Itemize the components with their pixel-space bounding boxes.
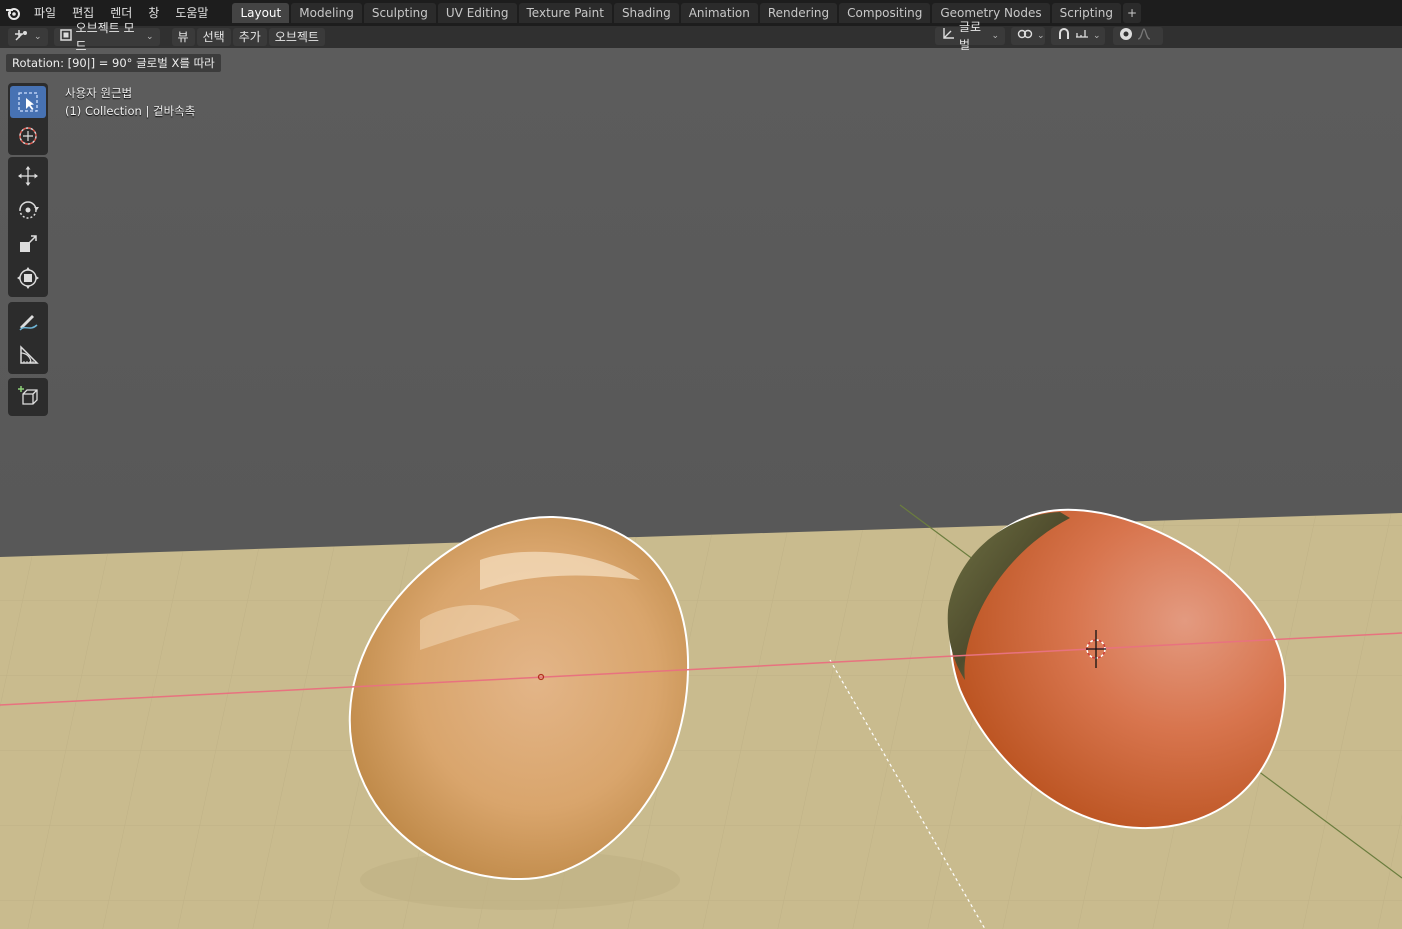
viewport-scene	[0, 48, 1402, 929]
viewport-header: ⌄ 오브젝트 모드 ⌄ 뷰 선택 추가 오브젝트	[0, 21, 1402, 53]
add-cube-icon	[18, 386, 38, 405]
chevron-down-icon: ⌄	[1093, 31, 1101, 41]
orientation-axes-icon	[941, 27, 955, 46]
transform-icon	[17, 267, 39, 289]
snap-magnet-icon[interactable]	[1057, 27, 1071, 46]
editor-type-icon	[14, 28, 30, 47]
tab-animation[interactable]: Animation	[680, 3, 758, 23]
tab-uv-editing[interactable]: UV Editing	[437, 3, 517, 23]
tab-rendering[interactable]: Rendering	[759, 3, 838, 23]
chevron-down-icon: ⌄	[1037, 31, 1045, 41]
operator-info-bar: Rotation: [90|] = 90° 글로벌 X를 따라	[6, 54, 221, 72]
chevron-down-icon: ⌄	[146, 32, 154, 42]
snap-group[interactable]: ⌄	[1051, 27, 1105, 45]
proportional-edit-icon[interactable]	[1119, 27, 1133, 46]
tool-annotate[interactable]	[10, 305, 46, 337]
blender-logo-icon[interactable]	[0, 6, 26, 20]
scale-icon	[20, 235, 37, 252]
tool-rotate[interactable]	[10, 194, 46, 226]
top-menu-bar: 파일 편집 렌더 창 도움말 Layout Modeling Sculpting…	[0, 0, 1402, 26]
toolbar-add-group	[8, 378, 48, 416]
add-menu[interactable]: 추가	[232, 28, 267, 46]
add-workspace-button[interactable]: +	[1122, 3, 1141, 23]
editor-type-button[interactable]: ⌄	[8, 28, 48, 46]
tool-measure[interactable]	[10, 339, 46, 371]
tab-texture-paint[interactable]: Texture Paint	[518, 3, 612, 23]
menu-help[interactable]: 도움말	[167, 2, 216, 24]
chevron-down-icon: ⌄	[34, 32, 42, 42]
menu-window[interactable]: 창	[140, 2, 167, 24]
pivot-dropdown[interactable]: ⌄	[1011, 27, 1045, 45]
tab-modeling[interactable]: Modeling	[291, 3, 362, 23]
object-menu[interactable]: 오브젝트	[268, 28, 325, 46]
snap-increment-icon[interactable]	[1075, 27, 1089, 46]
annotate-icon	[19, 315, 38, 331]
object-mode-icon	[59, 28, 72, 46]
move-icon	[18, 166, 38, 186]
select-box-icon	[18, 92, 38, 112]
collection-label: (1) Collection | 겉바속촉	[65, 104, 196, 118]
orientation-label: 글로벌	[959, 20, 982, 52]
tool-select-box[interactable]	[10, 86, 46, 118]
pivot-link-icon	[1017, 27, 1033, 45]
tab-shading[interactable]: Shading	[613, 3, 679, 23]
orientation-dropdown[interactable]: 글로벌 ⌄	[935, 20, 1005, 52]
tab-scripting[interactable]: Scripting	[1051, 3, 1121, 23]
proportional-edit-group[interactable]	[1113, 27, 1163, 45]
tool-scale[interactable]	[10, 228, 46, 260]
chevron-down-icon: ⌄	[991, 31, 999, 41]
cursor-icon	[19, 127, 37, 145]
select-menu[interactable]: 선택	[196, 28, 231, 46]
tool-add-cube[interactable]	[10, 381, 46, 413]
tool-cursor[interactable]	[10, 120, 46, 152]
tool-transform[interactable]	[10, 262, 46, 294]
tab-layout[interactable]: Layout	[232, 3, 290, 23]
toolbar-select-group	[8, 83, 48, 155]
toolbar-transform-group	[8, 157, 48, 297]
falloff-curve-icon[interactable]	[1137, 27, 1151, 46]
tab-geometry-nodes[interactable]: Geometry Nodes	[932, 3, 1050, 23]
tool-move[interactable]	[10, 160, 46, 192]
3d-viewport[interactable]	[0, 48, 1402, 929]
tab-sculpting[interactable]: Sculpting	[363, 3, 436, 23]
workspace-tabs: Layout Modeling Sculpting UV Editing Tex…	[232, 3, 1141, 23]
tab-compositing[interactable]: Compositing	[839, 3, 931, 23]
rotate-icon	[19, 201, 39, 219]
menu-file[interactable]: 파일	[26, 2, 64, 24]
viewport-overlay-text: 사용자 원근법 (1) Collection | 겉바속촉	[65, 84, 195, 120]
view-menu[interactable]: 뷰	[171, 28, 195, 46]
toolbar-annotate-group	[8, 302, 48, 374]
view-perspective-label: 사용자 원근법	[65, 86, 133, 100]
transform-options: 글로벌 ⌄ ⌄ ⌄	[935, 20, 1165, 52]
mode-label: 오브젝트 모드	[75, 21, 135, 53]
measure-icon	[20, 345, 39, 364]
mode-dropdown[interactable]: 오브젝트 모드 ⌄	[53, 21, 160, 53]
